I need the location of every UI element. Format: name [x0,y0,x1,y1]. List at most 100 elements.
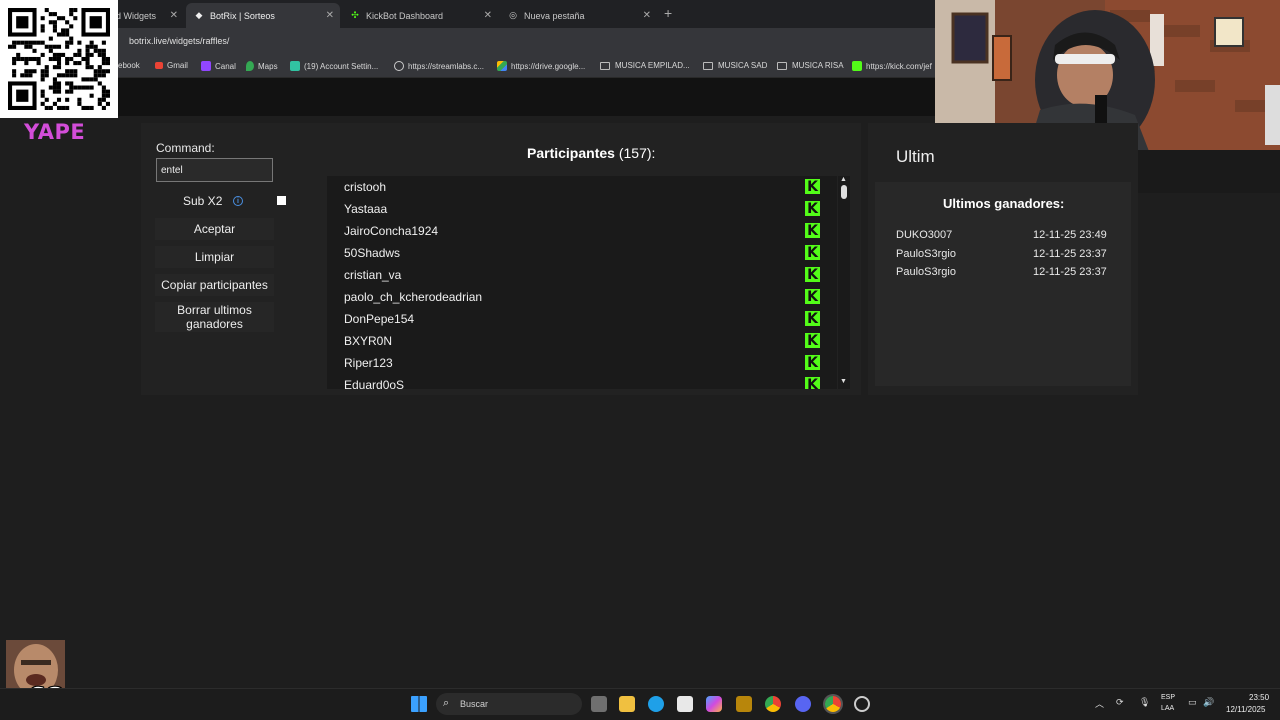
delete-winners-line1: Borrar ultimos [177,303,252,317]
tab-nueva-pestana[interactable]: ◎ Nueva pestaña ✕ [500,3,657,28]
close-icon[interactable]: ✕ [326,10,334,21]
kick-icon: K [805,311,820,326]
maps-icon [246,61,254,71]
participant-name: paolo_ch_kcherodeadrian [344,290,483,304]
kick-icon: K [805,245,820,260]
folder-icon [777,61,787,70]
winner-date: 12-11-25 23:49 [1033,229,1107,241]
tab-label: BotRix | Sorteos [210,10,275,21]
winners-heading-partial: Ultim [896,147,935,166]
close-icon[interactable]: ✕ [643,10,651,21]
participants-label: Participantes [527,145,615,161]
bookmark-label: https://drive.google... [511,61,586,71]
qr-code-image [8,8,110,110]
winners-title: Ultimos ganadores: [943,196,1065,211]
twitch-icon [201,61,211,71]
close-icon[interactable]: ✕ [170,10,178,21]
bookmark-musica-risa[interactable]: MUSICA RISA [777,61,844,70]
drive-icon [497,61,507,71]
chrome-icon[interactable] [765,696,781,712]
discord-icon[interactable] [795,696,811,712]
bookmark-canal[interactable]: Canal [201,61,236,71]
copilot-icon[interactable] [706,696,722,712]
winner-name: PauloS3rgio [896,266,956,278]
participant-name: Eduard0oS [344,378,405,389]
scroll-down-arrow-icon[interactable]: ▼ [840,378,847,385]
taskbar-search-box[interactable] [436,693,582,715]
kick-icon: K [805,377,820,389]
participant-name: cristian_va [344,268,402,282]
kick-icon: K [805,267,820,282]
edge-icon[interactable] [648,696,664,712]
network-icon[interactable]: ▭ [1188,697,1197,708]
warcraft-icon[interactable] [736,696,752,712]
tab-botrix-sorteos[interactable]: ◆ BotRix | Sorteos ✕ [186,3,340,28]
task-view-icon[interactable] [591,696,607,712]
tab-widgets[interactable]: d Widgets ✕ [108,3,186,28]
copy-participants-button[interactable]: Copiar participantes [155,274,274,296]
kickbot-icon: ✣ [351,10,359,20]
language-code[interactable]: ESP [1161,694,1175,701]
winners-list-box [875,182,1131,386]
microphone-icon[interactable]: 🎙 [1139,697,1150,708]
tab-label: d Widgets [116,10,157,21]
store-icon[interactable] [677,696,693,712]
kick-icon [852,61,862,71]
bookmark-streamlabs[interactable]: https://streamlabs.c... [394,61,484,71]
bookmark-musica-empilad[interactable]: MUSICA EMPILAD... [600,61,690,70]
participants-list[interactable]: cristooh K Yastaaa K JairoConcha1924 K 5… [327,176,837,389]
bookmark-label: Gmail [167,61,188,70]
chrome-active-icon[interactable] [825,696,841,712]
close-icon[interactable]: ✕ [484,10,492,21]
globe-icon [394,61,404,71]
sync-icon[interactable]: ⟳ [1116,697,1124,708]
bookmark-account-settings[interactable]: (19) Account Settin... [290,61,378,71]
windows-start-icon[interactable] [411,696,427,712]
scrollbar-thumb[interactable] [841,185,847,199]
chrome-icon: ◎ [509,10,517,20]
kick-icon: K [805,289,820,304]
sub-x2-label: Sub X2 [183,194,223,208]
participants-scrollbar[interactable] [838,176,850,389]
delete-winners-line2: ganadores [186,317,243,331]
clock-date[interactable]: 12/11/2025 [1226,705,1265,714]
tab-label: KickBot Dashboard [366,10,444,21]
winner-name: PauloS3rgio [896,248,956,260]
delete-winners-button[interactable]: Borrar ultimos ganadores [155,302,274,332]
sub-x2-checkbox[interactable] [277,196,286,205]
clock-time[interactable]: 23:50 [1249,693,1269,702]
bookmark-label: (19) Account Settin... [304,61,379,71]
winner-date: 12-11-25 23:37 [1033,266,1107,278]
bookmark-label: MUSICA RISA [792,61,844,70]
bookmark-musica-sad[interactable]: MUSICA SAD [703,61,767,70]
bookmark-drive[interactable]: https://drive.google... [497,61,585,71]
settings-icon[interactable] [854,696,870,712]
url-field[interactable]: botrix.live/widgets/raffles/ [129,36,229,46]
taskbar-search-placeholder: Buscar [460,699,489,709]
language-layout[interactable]: LAA [1161,705,1174,712]
winner-date: 12-11-25 23:37 [1033,248,1107,260]
bookmark-gmail[interactable]: Gmail [155,61,188,70]
bookmark-label: Maps [258,61,278,71]
tab-label: Nueva pestaña [524,10,585,21]
clear-button[interactable]: Limpiar [155,246,274,268]
folder-icon [600,61,610,70]
botrix-icon: ◆ [195,10,203,20]
new-tab-button[interactable]: + [664,5,672,21]
bookmark-maps[interactable]: Maps [246,61,278,71]
bookmark-facebook[interactable]: ebook [118,61,140,70]
info-icon[interactable]: i [233,196,243,206]
accept-button[interactable]: Aceptar [155,218,274,240]
folder-icon [703,61,713,70]
file-explorer-icon[interactable] [619,696,635,712]
tab-kickbot-dashboard[interactable]: ✣ KickBot Dashboard ✕ [342,3,498,28]
bookmark-label: Canal [215,61,236,71]
bookmark-kick[interactable]: https://kick.com/jef [852,61,932,71]
participant-name: BXYR0N [344,334,393,348]
command-input[interactable] [156,158,273,182]
volume-icon[interactable]: 🔊 [1203,697,1214,708]
bookmark-label: MUSICA SAD [718,61,768,70]
scroll-up-arrow-icon[interactable]: ▲ [840,176,847,183]
tray-chevron-up-icon[interactable]: ︿ [1095,697,1104,710]
command-label: Command: [156,141,215,155]
